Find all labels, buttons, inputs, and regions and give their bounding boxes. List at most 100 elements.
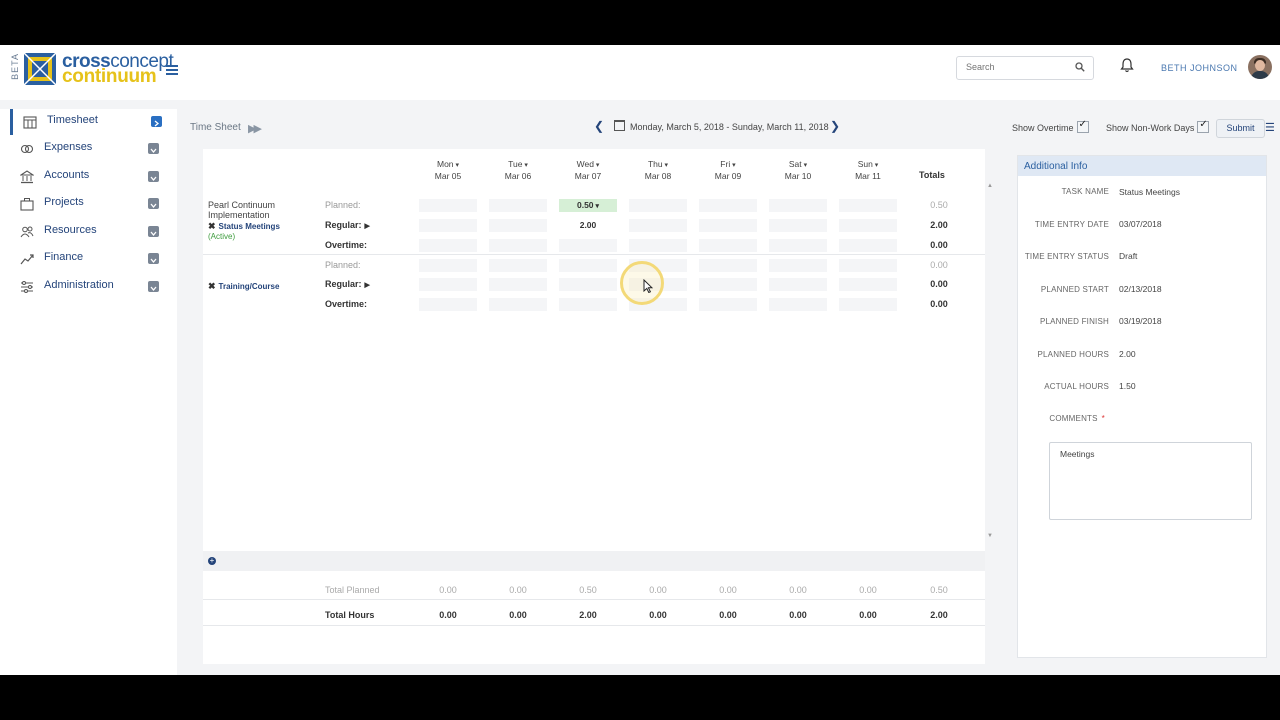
- show-overtime-toggle[interactable]: Show Overtime: [1012, 119, 1089, 133]
- planned-cell[interactable]: [839, 199, 897, 212]
- regular-cell[interactable]: [489, 219, 547, 232]
- date-range[interactable]: Monday, March 5, 2018 - Sunday, March 11…: [614, 120, 844, 132]
- planned-cell[interactable]: [489, 259, 547, 272]
- planned-cell[interactable]: [629, 199, 687, 212]
- show-overtime-checkbox[interactable]: [1076, 119, 1089, 133]
- day-header-mon[interactable]: MonMar 05: [418, 159, 478, 182]
- planned-cell-selected[interactable]: 0.50 ▾: [559, 199, 617, 212]
- regular-cell[interactable]: [769, 278, 827, 291]
- chevron-down-icon[interactable]: [148, 198, 159, 209]
- day-header-fri[interactable]: FriMar 09: [698, 159, 758, 182]
- total-planned-value: 0.00: [789, 585, 807, 595]
- regular-label[interactable]: Regular: ▶: [325, 220, 370, 230]
- sidebar-item-projects[interactable]: Projects: [10, 191, 160, 217]
- day-header-thu[interactable]: ThuMar 08: [628, 159, 688, 182]
- day-header-sat[interactable]: SatMar 10: [768, 159, 828, 182]
- scroll-down-icon[interactable]: ▼: [987, 533, 993, 539]
- regular-cell[interactable]: [419, 278, 477, 291]
- regular-cell[interactable]: 2.00: [559, 219, 617, 232]
- regular-total: 0.00: [930, 279, 948, 289]
- overtime-cell[interactable]: [419, 298, 477, 311]
- sidebar-item-timesheet[interactable]: Timesheet: [10, 109, 163, 135]
- regular-cell[interactable]: [629, 219, 687, 232]
- overtime-cell[interactable]: [629, 239, 687, 252]
- sidebar-item-administration[interactable]: Administration: [10, 274, 160, 300]
- overtime-cell[interactable]: [769, 239, 827, 252]
- overtime-cell[interactable]: [489, 298, 547, 311]
- day-header-sun[interactable]: SunMar 11: [838, 159, 898, 182]
- comments-field[interactable]: Meetings: [1049, 442, 1252, 520]
- menu-icon[interactable]: ☰: [1265, 121, 1275, 134]
- search-box[interactable]: [956, 56, 1094, 80]
- overtime-cell[interactable]: [699, 298, 757, 311]
- regular-cell[interactable]: [699, 278, 757, 291]
- regular-cell[interactable]: [839, 219, 897, 232]
- scroll-up-icon[interactable]: ▲: [987, 183, 993, 189]
- overtime-cell[interactable]: [769, 298, 827, 311]
- planned-cell[interactable]: [699, 199, 757, 212]
- regular-cell[interactable]: [559, 278, 617, 291]
- pin-icon[interactable]: ✖: [208, 281, 216, 292]
- planned-cell[interactable]: [419, 199, 477, 212]
- overtime-cell[interactable]: [419, 239, 477, 252]
- field-label: PLANNED START: [1040, 285, 1109, 294]
- total-planned-value: 0.00: [859, 585, 877, 595]
- sidebar-item-finance[interactable]: Finance: [10, 246, 160, 272]
- chevron-down-icon[interactable]: [148, 171, 159, 182]
- bell-icon[interactable]: [1120, 58, 1134, 73]
- regular-cell[interactable]: [489, 278, 547, 291]
- overtime-cell[interactable]: [839, 298, 897, 311]
- logo-icon: [24, 53, 56, 85]
- timesheet-grid: MonMar 05 TueMar 06 WedMar 07 ThuMar 08 …: [203, 149, 993, 664]
- sidebar-item-label: Accounts: [44, 169, 90, 181]
- total-planned-value: 0.50: [579, 585, 597, 595]
- overtime-cell[interactable]: [559, 298, 617, 311]
- planned-cell[interactable]: [769, 259, 827, 272]
- regular-cell[interactable]: [769, 219, 827, 232]
- finance-icon: [20, 254, 34, 265]
- submit-button[interactable]: Submit: [1216, 119, 1265, 138]
- task-name[interactable]: ✖ Status Meetings: [208, 221, 280, 232]
- task-name[interactable]: ✖ Training/Course: [208, 281, 279, 292]
- planned-cell[interactable]: [699, 259, 757, 272]
- search-icon[interactable]: [1075, 62, 1085, 72]
- chevron-down-icon[interactable]: [148, 226, 159, 237]
- show-non-work-days-toggle[interactable]: Show Non-Work Days: [1106, 119, 1210, 133]
- planned-cell[interactable]: [839, 259, 897, 272]
- planned-total: 0.00: [930, 260, 948, 270]
- pin-icon[interactable]: ✖: [208, 221, 216, 232]
- day-header-tue[interactable]: TueMar 06: [488, 159, 548, 182]
- add-task-icon[interactable]: +: [208, 557, 216, 565]
- resources-icon: [20, 226, 34, 238]
- show-non-work-days-checkbox[interactable]: [1197, 119, 1210, 133]
- planned-cell[interactable]: [419, 259, 477, 272]
- planned-cell[interactable]: [769, 199, 827, 212]
- prev-week-icon[interactable]: ❮: [594, 119, 604, 133]
- sidebar-item-resources[interactable]: Resources: [10, 219, 160, 245]
- planned-cell[interactable]: [559, 259, 617, 272]
- chevron-down-icon[interactable]: [148, 143, 159, 154]
- user-name[interactable]: BETH JOHNSON: [1161, 63, 1238, 73]
- planned-cell[interactable]: [489, 199, 547, 212]
- sidebar-item-expenses[interactable]: Expenses: [10, 136, 160, 162]
- overtime-cell[interactable]: [839, 239, 897, 252]
- chevron-down-icon[interactable]: [148, 281, 159, 292]
- next-week-icon[interactable]: ❯: [830, 119, 840, 133]
- chevron-right-icon[interactable]: [151, 116, 162, 127]
- chevron-down-icon[interactable]: [148, 253, 159, 264]
- collapse-panel-icon[interactable]: ▶▶: [248, 122, 262, 135]
- overtime-cell[interactable]: [489, 239, 547, 252]
- avatar[interactable]: [1248, 55, 1272, 79]
- sidebar-item-accounts[interactable]: Accounts: [10, 164, 160, 190]
- overtime-cell[interactable]: [699, 239, 757, 252]
- regular-cell[interactable]: [699, 219, 757, 232]
- overtime-cell[interactable]: [559, 239, 617, 252]
- search-input[interactable]: [964, 61, 1068, 73]
- regular-cell[interactable]: [419, 219, 477, 232]
- regular-label[interactable]: Regular: ▶: [325, 279, 370, 289]
- hamburger-menu-icon[interactable]: [166, 65, 178, 75]
- regular-cell[interactable]: [839, 278, 897, 291]
- total-hours-sum: 2.00: [930, 610, 948, 620]
- day-header-wed[interactable]: WedMar 07: [558, 159, 618, 182]
- grid-scrollbar[interactable]: ▲ ▼: [987, 183, 993, 539]
